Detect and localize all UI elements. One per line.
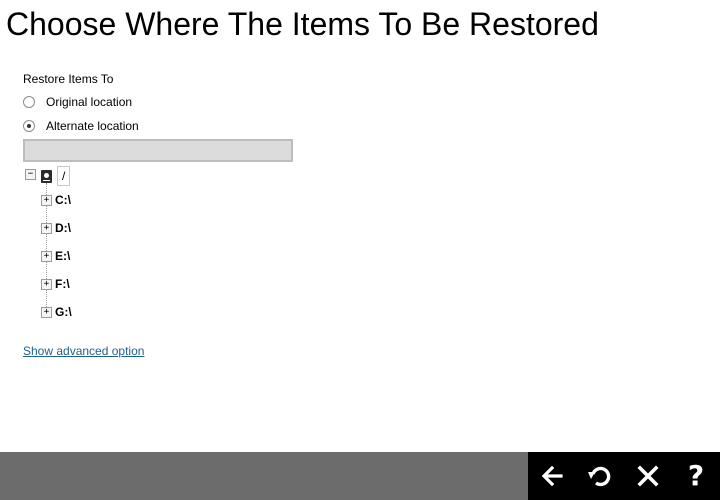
restore-destination-page: Choose Where The Items To Be Restored Re… [0,0,720,500]
original-location-option[interactable]: Original location [23,94,132,110]
drive-label-f[interactable]: F:\ [55,277,70,291]
page-title: Choose Where The Items To Be Restored [6,6,599,42]
alternate-path-input[interactable] [23,139,293,162]
drive-label-c[interactable]: C:\ [55,193,71,207]
show-advanced-option-link[interactable]: Show advanced option [23,343,144,359]
close-icon [637,465,659,487]
tree-root-label[interactable]: / [57,166,71,186]
drive-label-e[interactable]: E:\ [55,249,70,263]
undo-icon [588,466,611,487]
arrow-left-icon [541,465,563,487]
help-button[interactable]: ? [672,452,720,500]
expand-toggle-c[interactable]: + [41,195,52,206]
back-button[interactable] [528,452,576,500]
original-location-label: Original location [46,95,133,109]
drive-label-g[interactable]: G:\ [55,305,72,319]
computer-icon [41,170,52,183]
expand-toggle-g[interactable]: + [41,307,52,318]
original-location-radio[interactable] [23,96,35,108]
expand-toggle-d[interactable]: + [41,223,52,234]
expand-toggle-f[interactable]: + [41,279,52,290]
alternate-location-option[interactable]: Alternate location [23,118,139,134]
restore-items-to-label: Restore Items To [23,72,114,86]
alternate-location-radio[interactable] [23,120,35,132]
drive-label-d[interactable]: D:\ [55,221,71,235]
footer-button-group: ? [528,452,720,500]
alternate-location-label: Alternate location [46,119,139,133]
restart-button[interactable] [576,452,624,500]
expand-toggle-e[interactable]: + [41,251,52,262]
question-icon: ? [687,459,705,492]
close-button[interactable] [624,452,672,500]
root-collapse-toggle[interactable]: − [25,169,36,180]
